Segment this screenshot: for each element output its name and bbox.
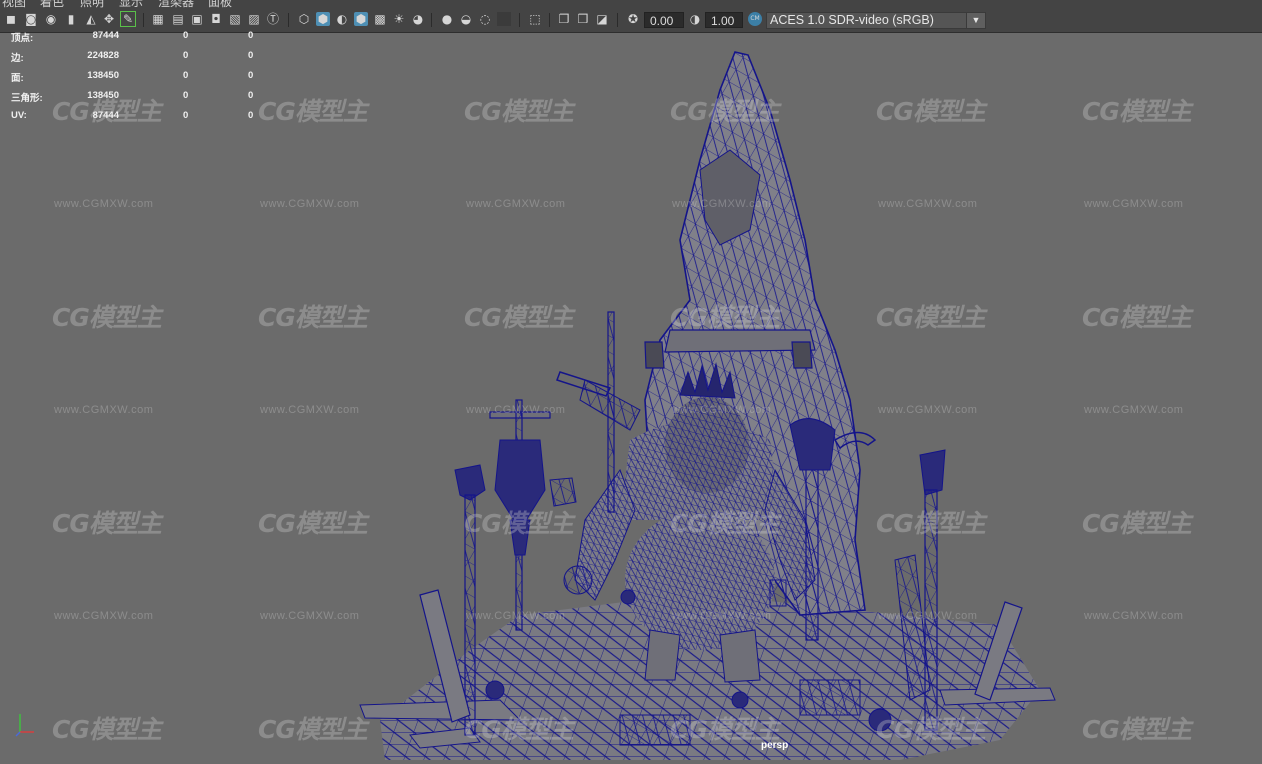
watermark-url: www.CGMXW.com [466, 610, 566, 622]
watermark-url: www.CGMXW.com [54, 198, 154, 210]
watermark-url: www.CGMXW.com [1084, 610, 1184, 622]
watermark-logo: CG模型主 [1082, 97, 1192, 126]
watermark-logo: CG模型主 [670, 97, 780, 126]
watermark-logo: CG模型主 [52, 715, 162, 744]
watermark-url: www.CGMXW.com [260, 610, 360, 622]
watermark-logo: CG模型主 [258, 509, 368, 538]
watermark-logo: CG模型主 [52, 509, 162, 538]
watermark-logo: CG模型主 [258, 303, 368, 332]
hud-value: 87444 [92, 110, 119, 121]
hud-value: 0 [248, 30, 254, 41]
hud-value: 138450 [87, 90, 119, 101]
watermark-url: www.CGMXW.com [878, 198, 978, 210]
hud-value: 0 [183, 110, 189, 121]
hud-row-faces: 面: 138450 0 0 [0, 68, 270, 84]
watermark-logo: CG模型主 [876, 303, 986, 332]
hud-row-vertices: 顶点: 87444 0 0 [0, 28, 270, 44]
hud-row-edges: 边: 224828 0 0 [0, 48, 270, 64]
hud-label: UV: [11, 110, 27, 121]
camera-name-label: persp [761, 740, 789, 751]
watermark-logo: CG模型主 [464, 97, 574, 126]
watermark-url: www.CGMXW.com [672, 404, 772, 416]
watermark-url: www.CGMXW.com [878, 404, 978, 416]
watermark-logo: CG模型主 [464, 509, 574, 538]
watermark-url: www.CGMXW.com [672, 610, 772, 622]
hud-value: 0 [248, 70, 254, 81]
hud-value: 0 [248, 110, 254, 121]
hud-value: 138450 [87, 70, 119, 81]
watermark-url: www.CGMXW.com [466, 198, 566, 210]
watermark-url: www.CGMXW.com [260, 404, 360, 416]
watermark-logo: CG模型主 [876, 97, 986, 126]
watermark-url: www.CGMXW.com [54, 610, 154, 622]
hud-value: 87444 [92, 30, 119, 41]
watermark-logo: CG模型主 [670, 303, 780, 332]
watermark-url: www.CGMXW.com [672, 198, 772, 210]
watermark-url: www.CGMXW.com [1084, 404, 1184, 416]
hud-value: 0 [248, 50, 254, 61]
hud-value: 0 [248, 90, 254, 101]
hud-value: 0 [183, 70, 189, 81]
watermark-logo: CG模型主 [1082, 509, 1192, 538]
hud-value: 0 [183, 50, 189, 61]
poly-count-hud: 顶点: 87444 0 0 边: 224828 0 0 面: 138450 0 … [0, 28, 270, 128]
watermark-logo: CG模型主 [670, 509, 780, 538]
watermark-logo: CG模型主 [464, 715, 574, 744]
watermark-logo: CG模型主 [258, 97, 368, 126]
hud-row-uvs: UV: 87444 0 0 [0, 108, 270, 124]
axis-gizmo-icon [15, 714, 34, 737]
hud-row-triangles: 三角形: 138450 0 0 [0, 88, 270, 104]
watermark-logo: CG模型主 [52, 303, 162, 332]
watermark-logo: CG模型主 [1082, 715, 1192, 744]
watermark-url: www.CGMXW.com [878, 610, 978, 622]
watermark-url: www.CGMXW.com [1084, 198, 1184, 210]
hud-label: 面: [11, 73, 24, 84]
hud-label: 三角形: [11, 93, 43, 104]
hud-value: 0 [183, 30, 189, 41]
watermark-url: www.CGMXW.com [466, 404, 566, 416]
watermark-logo: CG模型主 [876, 509, 986, 538]
watermark-url: www.CGMXW.com [54, 404, 154, 416]
watermark-logo: CG模型主 [464, 303, 574, 332]
hud-value: 0 [183, 90, 189, 101]
watermark-logo: CG模型主 [258, 715, 368, 744]
hud-label: 边: [11, 53, 24, 64]
watermark-url: www.CGMXW.com [260, 198, 360, 210]
watermark-logo: CG模型主 [876, 715, 986, 744]
hud-value: 224828 [87, 50, 119, 61]
watermark-logo: CG模型主 [1082, 303, 1192, 332]
hud-label: 顶点: [11, 33, 34, 44]
